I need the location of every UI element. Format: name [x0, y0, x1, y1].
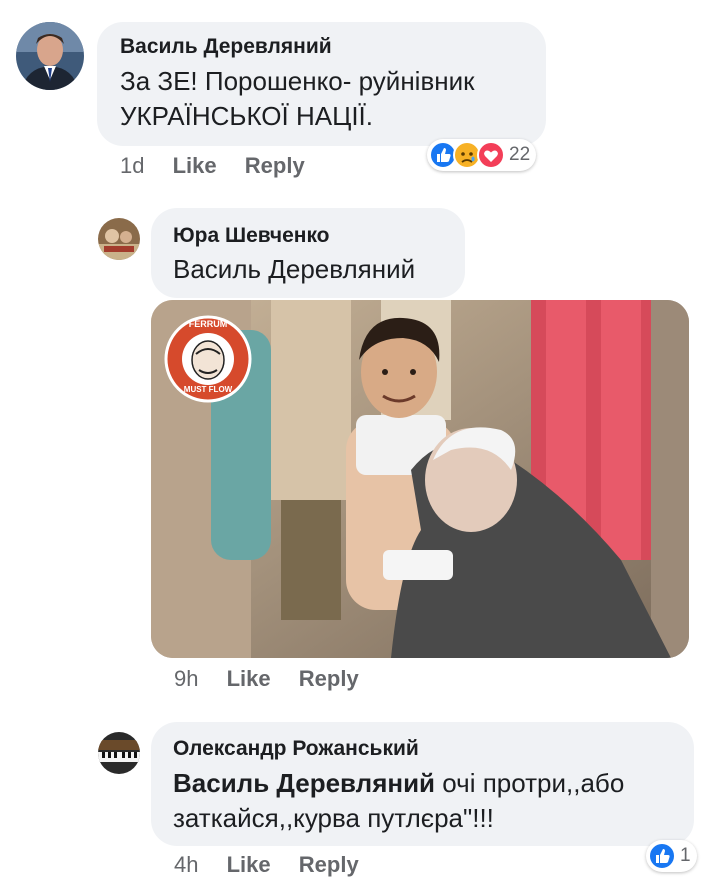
like-icon [648, 842, 676, 870]
comment-meta: 1d Like Reply [120, 153, 327, 179]
avatar[interactable] [16, 22, 84, 90]
reactions-summary[interactable]: 22 [427, 139, 537, 171]
comment-text-line: заткайся,,курва путлєра"!!! [173, 803, 494, 833]
timestamp[interactable]: 9h [174, 666, 198, 691]
reply-button[interactable]: Reply [299, 852, 359, 877]
like-button[interactable]: Like [227, 852, 271, 877]
avatar-photo-icon [16, 22, 84, 90]
comment-text: Василь Деревляний очі протри,,або заткай… [173, 766, 688, 836]
comment-text-fragment: очі протри,,або [435, 768, 625, 798]
ferrum-logo-bottom-text: MUST FLOW [183, 385, 233, 394]
comment-author[interactable]: Василь Деревляний [120, 35, 332, 59]
like-button[interactable]: Like [173, 153, 217, 178]
comment-text: Василь Деревляний [173, 254, 416, 284]
timestamp[interactable]: 4h [174, 852, 198, 877]
avatar-photo-icon [98, 732, 140, 774]
comment-meta: 9h Like Reply [174, 666, 381, 692]
meme-image[interactable]: FERRUM MUST FLOW [151, 300, 689, 658]
comment-text: За ЗЕ! Порошенко- руйнівник УКРАЇНСЬКОЇ … [120, 64, 540, 134]
like-button[interactable]: Like [227, 666, 271, 691]
reaction-count: 1 [680, 845, 691, 866]
reactions-summary[interactable]: 1 [646, 840, 697, 872]
avatar[interactable] [98, 218, 140, 260]
reply-button[interactable]: Reply [245, 153, 305, 178]
avatar-photo-icon [98, 218, 140, 260]
mention-link[interactable]: Василь Деревляний [173, 768, 435, 798]
reply-button[interactable]: Reply [299, 666, 359, 691]
timestamp[interactable]: 1d [120, 153, 144, 178]
reaction-count: 22 [509, 144, 531, 165]
avatar[interactable] [98, 732, 140, 774]
comment-text-line: УКРАЇНСЬКОЇ НАЦІЇ. [120, 101, 373, 131]
comment-author[interactable]: Юра Шевченко [173, 224, 330, 248]
comment-author[interactable]: Олександр Рожанський [173, 737, 419, 761]
love-icon [477, 141, 505, 169]
comment-text-line: Василь Деревляний очі протри,,або [173, 766, 688, 801]
comment-text-line: За ЗЕ! Порошенко- руйнівник [120, 66, 475, 96]
comment-meta: 4h Like Reply [174, 852, 381, 878]
ferrum-logo-top-text: FERRUM [188, 319, 228, 329]
